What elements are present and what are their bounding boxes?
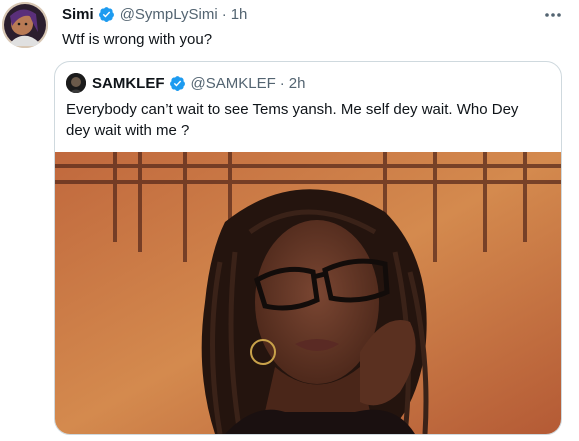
author-name[interactable]: Simi [62, 6, 94, 23]
quoted-author-name: SAMKLEF [92, 74, 165, 92]
quoted-avatar [66, 73, 86, 93]
separator: · [279, 74, 285, 92]
tweet[interactable]: Simi @SympLySimi · 1h Wtf is wrong with … [0, 0, 579, 441]
timestamp[interactable]: 1h [231, 6, 248, 23]
quoted-timestamp: 2h [288, 74, 306, 92]
quoted-tweet-text: Everybody can’t wait to see Tems yansh. … [66, 101, 519, 139]
avatar[interactable] [2, 2, 48, 48]
tweet-text: Wtf is wrong with you? [62, 31, 213, 48]
quoted-tweet-header: SAMKLEF @SAMKLEF · 2h [66, 73, 305, 93]
quoted-author-handle: @SAMKLEF [190, 74, 276, 92]
quoted-tweet[interactable]: SAMKLEF @SAMKLEF · 2h Everybody can’t wa… [54, 61, 562, 435]
author-handle[interactable]: @SympLySimi [120, 6, 218, 23]
quoted-media-image[interactable] [55, 152, 561, 434]
verified-badge-icon [169, 75, 186, 92]
verified-badge-icon [98, 6, 115, 23]
tweet-header: Simi @SympLySimi · 1h [62, 6, 247, 23]
more-dots-icon[interactable] [543, 8, 563, 22]
separator: · [221, 6, 227, 23]
